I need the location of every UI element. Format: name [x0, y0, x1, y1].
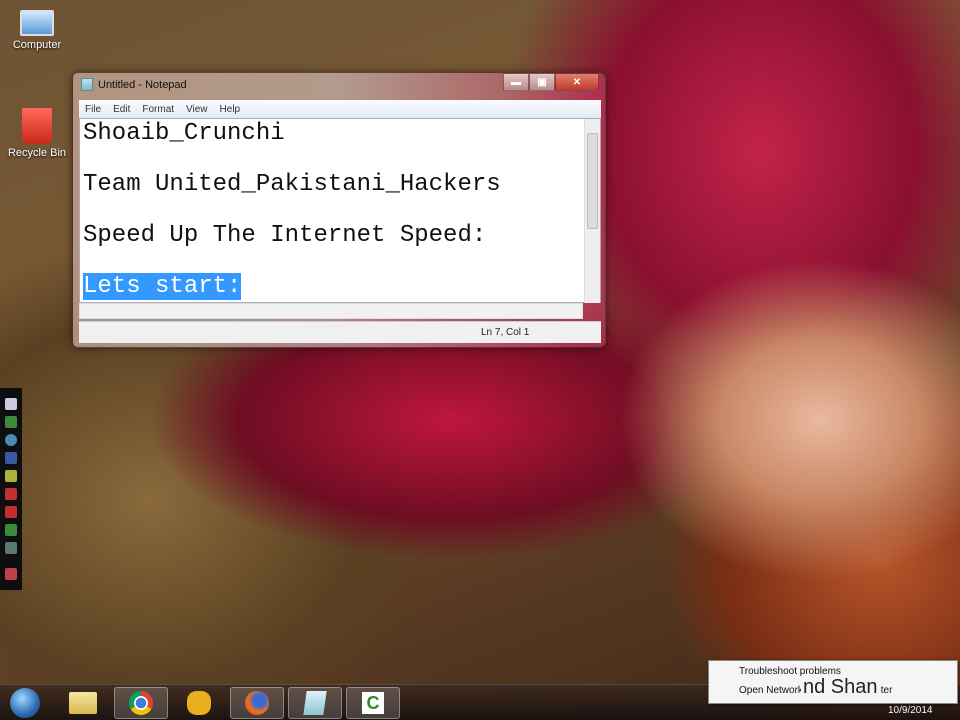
maximize-button[interactable]: ▣ [529, 73, 555, 91]
text-line: Speed Up The Internet Speed: [83, 222, 487, 249]
selected-text: Lets start: [83, 273, 242, 300]
shield-icon[interactable] [5, 434, 17, 446]
desktop-icon-label: Recycle Bin [7, 147, 67, 159]
side-toolbar [0, 388, 22, 590]
minimize-button[interactable]: ▬ [503, 73, 529, 91]
text-editor[interactable]: Shoaib_Crunchi Team United_Pakistani_Hac… [79, 118, 601, 303]
camtasia-icon: C [362, 692, 384, 714]
overlay-caption: nd Shan [801, 676, 880, 699]
text-line: Team United_Pakistani_Hackers [83, 171, 501, 198]
start-button[interactable] [4, 687, 46, 719]
computer-icon [20, 10, 54, 36]
network-icon[interactable] [5, 416, 17, 428]
people-icon[interactable] [5, 452, 17, 464]
taskbar-camtasia[interactable]: C [346, 687, 400, 719]
taskbar-explorer[interactable] [56, 687, 110, 719]
grid-icon[interactable] [5, 568, 17, 580]
title-bar[interactable]: Untitled - Notepad [81, 78, 187, 91]
key-icon[interactable] [5, 470, 17, 482]
close-button[interactable]: ✕ [555, 73, 599, 91]
menu-format[interactable]: Format [142, 104, 174, 115]
menu-help[interactable]: Help [220, 104, 241, 115]
horizontal-scrollbar[interactable] [79, 303, 583, 319]
recycle-bin-icon [22, 108, 52, 144]
desktop-icon-computer[interactable]: Computer [2, 10, 72, 51]
firefox-icon [245, 691, 269, 715]
taskbar-chrome[interactable] [114, 687, 168, 719]
desktop-icon-recycle-bin[interactable]: Recycle Bin [2, 108, 72, 159]
menu-view[interactable]: View [186, 104, 208, 115]
window-title: Untitled - Notepad [98, 78, 187, 91]
taskbar-notepad[interactable] [288, 687, 342, 719]
notepad-icon [303, 691, 327, 715]
notepad-icon [81, 78, 93, 91]
monitor-icon[interactable] [5, 398, 17, 410]
taskbar-app[interactable] [172, 687, 226, 719]
device-icon[interactable] [5, 542, 17, 554]
scrollbar-thumb[interactable] [587, 133, 598, 229]
clock-date: 10/9/2014 [888, 705, 933, 716]
close-box-icon[interactable] [5, 488, 17, 500]
network-context-menu: Troubleshoot problems Open Network and S… [708, 660, 958, 704]
taskbar-firefox[interactable] [230, 687, 284, 719]
broadcast-icon[interactable] [5, 506, 17, 518]
chrome-icon [129, 691, 153, 715]
menu-bar: File Edit Format View Help [79, 100, 601, 118]
folder-icon [69, 692, 97, 714]
menu-edit[interactable]: Edit [113, 104, 130, 115]
notepad-window: Untitled - Notepad ▬ ▣ ✕ File Edit Forma… [72, 72, 606, 348]
desktop-icon-label: Computer [12, 39, 62, 51]
vertical-scrollbar[interactable] [584, 119, 600, 303]
camtasia-icon[interactable] [5, 524, 17, 536]
status-bar: Ln 7, Col 1 [79, 321, 601, 343]
text-line: Shoaib_Crunchi [83, 120, 285, 147]
cursor-position: Ln 7, Col 1 [481, 327, 530, 338]
menu-file[interactable]: File [85, 104, 101, 115]
windows-logo-icon [10, 688, 40, 718]
yellow-app-icon [187, 691, 211, 715]
